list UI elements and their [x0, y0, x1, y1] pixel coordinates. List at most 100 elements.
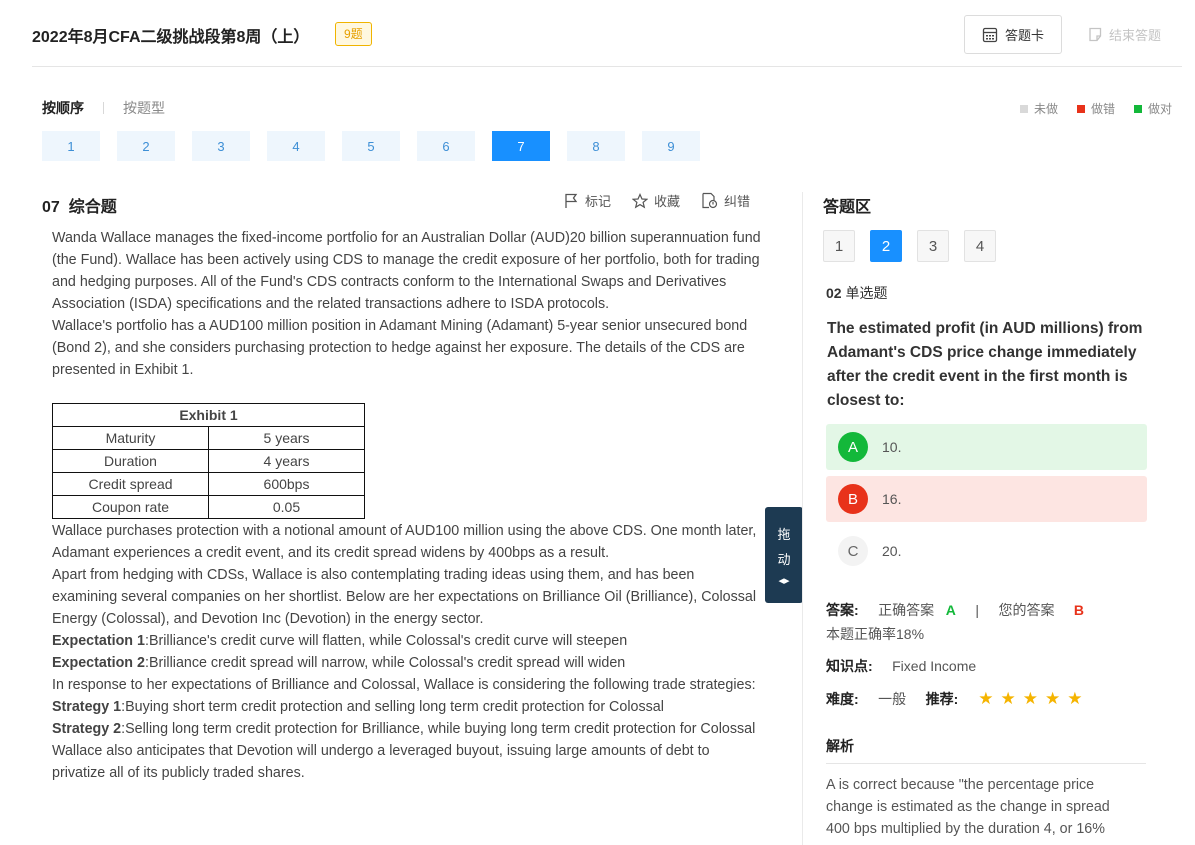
star-icon: ★ — [1022, 689, 1038, 708]
calculator-icon — [982, 27, 998, 42]
sub-question-type: 单选题 — [845, 285, 888, 301]
legend-unanswered: 未做 — [1019, 100, 1058, 117]
passage-paragraph: Wallace's portfolio has a AUD100 million… — [52, 318, 748, 378]
table-row: Duration 4 years — [52, 449, 365, 473]
star-outline-icon — [632, 192, 649, 208]
question-nav-7[interactable]: 7 — [492, 131, 550, 161]
option-letter: C — [838, 536, 868, 566]
question-nav-3[interactable]: 3 — [192, 131, 250, 161]
table-row: Coupon rate 0.05 — [52, 495, 365, 519]
wrong-swatch — [1076, 104, 1085, 113]
end-answer-button[interactable]: 结束答题 — [1088, 25, 1161, 44]
expectation-2: Expectation 2:Brilliance credit spread w… — [52, 652, 762, 674]
question-type: 综合题 — [68, 199, 117, 216]
option-b[interactable]: B 16. — [826, 476, 1147, 522]
mark-label: 标记 — [585, 194, 612, 209]
legend-wrong: 做错 — [1076, 100, 1115, 117]
resize-arrows-icon: ◂▸ — [778, 574, 790, 587]
sub-question-heading: 02 单选题 — [826, 283, 887, 303]
page-header: 2022年8月CFA二级挑战段第8周（上） 9题 答题卡 结束答题 — [32, 0, 1182, 67]
legend-correct: 做对 — [1133, 100, 1172, 117]
option-text: 16. — [882, 491, 902, 507]
option-c[interactable]: C 20. — [826, 528, 1147, 574]
report-error-button[interactable]: 纠错 — [701, 191, 750, 210]
passage-paragraph: Wallace purchases protection with a noti… — [52, 523, 757, 561]
option-a[interactable]: A 10. — [826, 424, 1147, 470]
correct-swatch — [1133, 104, 1142, 113]
table-row: Credit spread 600bps — [52, 472, 365, 496]
expectation-1: Expectation 1:Brilliance's credit curve … — [52, 630, 762, 652]
sub-question-nav: 1 2 3 4 — [823, 230, 996, 262]
answer-card-label: 答题卡 — [1004, 28, 1044, 43]
order-tabs: 按顺序 按题型 — [42, 98, 165, 118]
strategy-2: Strategy 2:Selling long term credit prot… — [52, 718, 762, 740]
strategy-label: Strategy 2 — [52, 721, 122, 737]
passage-paragraph: Apart from hedging with CDSs, Wallace is… — [52, 567, 757, 627]
tab-by-type[interactable]: 按题型 — [123, 98, 165, 118]
expectation-label: Expectation 2 — [52, 655, 145, 671]
expectation-text: :Brilliance credit spread will narrow, w… — [144, 655, 626, 671]
flag-icon — [565, 193, 578, 208]
sub-question-3[interactable]: 3 — [917, 230, 949, 262]
case-passage: Wanda Wallace manages the fixed-income p… — [52, 227, 762, 784]
knowledge-label: 知识点: — [826, 658, 873, 674]
option-text: 10. — [882, 439, 902, 455]
question-nav-2[interactable]: 2 — [117, 131, 175, 161]
correct-answer-label: 正确答案 — [878, 602, 935, 618]
table-cell: Coupon rate — [52, 495, 209, 519]
star-icon: ★ — [978, 689, 994, 708]
drag-label-2: 动 — [777, 551, 791, 567]
sub-question-1[interactable]: 1 — [823, 230, 855, 262]
tab-by-order[interactable]: 按顺序 — [42, 98, 84, 118]
question-nav-4[interactable]: 4 — [267, 131, 325, 161]
legend-label: 做对 — [1147, 102, 1172, 116]
expectation-label: Expectation 1 — [52, 633, 145, 649]
exhibit-title: Exhibit 1 — [52, 403, 365, 427]
accuracy-rate: 本题正确率18% — [826, 626, 925, 642]
panel-divider — [802, 192, 803, 845]
table-cell: Maturity — [52, 426, 209, 450]
note-icon — [1089, 27, 1102, 42]
your-answer-label: 您的答案 — [998, 602, 1055, 618]
answer-summary: 答案: 正确答案 A | 您的答案 B — [826, 600, 1084, 620]
answer-card-button[interactable]: 答题卡 — [964, 15, 1062, 54]
favorite-label: 收藏 — [654, 194, 681, 209]
expectation-text: :Brilliance's credit curve will flatten,… — [144, 633, 628, 649]
strategy-1: Strategy 1:Buying short term credit prot… — [52, 696, 762, 718]
strategy-label: Strategy 1 — [52, 699, 122, 715]
question-stem: The estimated profit (in AUD millions) f… — [827, 320, 1143, 409]
end-answer-label: 结束答题 — [1109, 28, 1162, 43]
option-text: 20. — [882, 543, 902, 559]
question-nav-5[interactable]: 5 — [342, 131, 400, 161]
sub-question-number: 02 — [826, 285, 842, 301]
legend-label: 未做 — [1033, 102, 1058, 116]
mark-button[interactable]: 标记 — [563, 191, 611, 210]
question-nav-6[interactable]: 6 — [417, 131, 475, 161]
analysis-divider — [826, 763, 1146, 764]
question-nav-9[interactable]: 9 — [642, 131, 700, 161]
answer-area-title: 答题区 — [823, 199, 872, 216]
unanswered-swatch — [1019, 104, 1028, 113]
strategy-text: :Buying short term credit protection and… — [121, 699, 664, 715]
status-legend: 未做 做错 做对 — [1019, 100, 1172, 117]
favorite-button[interactable]: 收藏 — [632, 191, 680, 210]
table-row: Maturity 5 years — [52, 426, 365, 450]
passage-paragraph: Wanda Wallace manages the fixed-income p… — [52, 230, 761, 312]
question-nav-1[interactable]: 1 — [42, 131, 100, 161]
sub-question-2[interactable]: 2 — [870, 230, 902, 262]
table-cell: Credit spread — [52, 472, 209, 496]
question-nav-8[interactable]: 8 — [567, 131, 625, 161]
tab-divider — [103, 102, 104, 114]
option-letter: A — [838, 432, 868, 462]
question-tools: 标记 收藏 纠错 — [563, 191, 750, 210]
legend-label: 做错 — [1090, 102, 1115, 116]
drag-handle[interactable]: 拖 动 ◂▸ — [765, 507, 803, 603]
knowledge-point: 知识点: Fixed Income — [826, 656, 976, 676]
your-answer-value: B — [1073, 602, 1085, 618]
table-cell: 0.05 — [208, 495, 365, 519]
answer-label: 答案: — [826, 602, 859, 618]
sub-question-4[interactable]: 4 — [964, 230, 996, 262]
recommend-stars: ★ ★ ★ ★ ★ — [978, 689, 1082, 708]
analysis-text: A is correct because "the percentage pri… — [826, 777, 1110, 837]
table-cell: 600bps — [208, 472, 365, 496]
